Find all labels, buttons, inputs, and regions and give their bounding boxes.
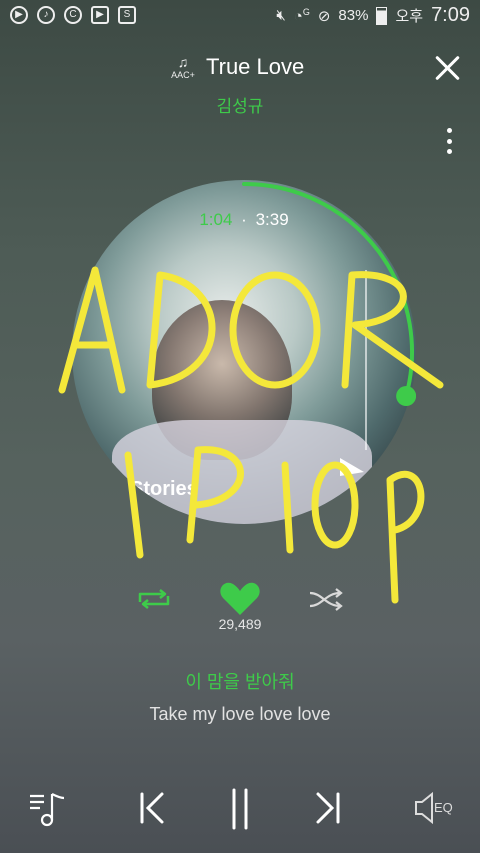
like-count: 29,489 <box>218 616 262 632</box>
s-app-icon: S <box>118 6 136 24</box>
previous-track-icon[interactable] <box>130 786 174 830</box>
clock-time: 7:09 <box>431 4 470 26</box>
playback-controls: EQ <box>0 780 480 836</box>
pause-icon[interactable] <box>218 786 262 830</box>
speaker-icon <box>415 791 433 825</box>
progress-knob[interactable] <box>396 386 416 407</box>
clock-ampm: 오후 <box>395 8 424 25</box>
artist-name[interactable]: 김성규 <box>0 92 480 117</box>
album-art-area[interactable]: Stories 1:04 · 3:39 <box>72 180 416 524</box>
battery-icon <box>376 6 388 25</box>
audio-quality-badge[interactable]: ♫ AAC+ <box>168 54 198 84</box>
repeat-icon[interactable] <box>134 584 174 614</box>
time-display: 1:04 · 3:39 <box>72 210 416 230</box>
network-type: G <box>302 6 310 17</box>
equalizer-label: EQ <box>434 800 453 815</box>
current-time: 1:04 <box>199 210 233 229</box>
lyrics-current-line[interactable]: 이 맘을 받아줘 <box>0 668 480 694</box>
progress-ring[interactable] <box>72 180 416 524</box>
playlist-icon[interactable] <box>26 786 70 830</box>
play-circle-icon: ▶ <box>10 6 28 24</box>
time-separator: · <box>241 210 247 229</box>
music-note-icon: ♪ <box>37 6 55 24</box>
no-disturb-icon: ⊘ <box>317 7 331 25</box>
like-heart-icon[interactable] <box>218 580 262 618</box>
more-options-icon[interactable] <box>446 128 452 154</box>
status-icons-right: 🔇︎ ◔G ⊘ 83% 오후 7:09 <box>276 4 470 27</box>
next-track-icon[interactable] <box>306 786 350 830</box>
wifi-icon: ◔G <box>293 6 310 25</box>
music-note-icon: ♫ <box>177 54 189 70</box>
close-icon[interactable] <box>434 54 462 82</box>
total-time: 3:39 <box>255 210 289 229</box>
video-icon: ▶ <box>91 6 109 24</box>
status-bar: ▶ ♪ C ▶ S 🔇︎ ◔G ⊘ 83% 오후 7:09 <box>0 0 480 32</box>
action-row: 29,489 <box>0 580 480 640</box>
equalizer-button[interactable]: EQ <box>412 786 462 830</box>
battery-percent: 83% <box>338 7 369 24</box>
play-overlay-icon <box>340 458 364 476</box>
mute-icon: 🔇︎ <box>276 7 286 24</box>
status-icons-left: ▶ ♪ C ▶ S <box>10 6 136 24</box>
song-title: True Love <box>206 54 305 79</box>
player-header: ♫ AAC+ True Love <box>0 48 480 88</box>
lyrics-next-line[interactable]: Take my love love love <box>0 704 480 725</box>
audio-quality-label: AAC+ <box>171 70 195 80</box>
shuffle-icon[interactable] <box>306 584 346 614</box>
copyright-icon: C <box>64 6 82 24</box>
